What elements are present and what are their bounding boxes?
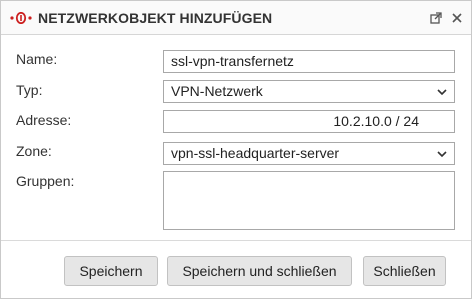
adresse-label: Adresse: <box>16 112 72 128</box>
zone-label: Zone: <box>16 143 52 159</box>
gruppen-input[interactable] <box>163 171 455 230</box>
name-input-value: ssl-vpn-transfernetz <box>171 53 294 69</box>
add-network-object-dialog: NETZWERKOBJEKT HINZUFÜGEN Name: ssl-vpn-… <box>0 0 472 299</box>
name-input[interactable]: ssl-vpn-transfernetz <box>163 50 455 73</box>
close-icon[interactable] <box>451 12 463 24</box>
zone-select-value: vpn-ssl-headquarter-server <box>171 145 340 161</box>
typ-select-value: VPN-Netzwerk <box>171 83 263 99</box>
dialog-title: NETZWERKOBJEKT HINZUFÜGEN <box>38 10 273 26</box>
footer-divider <box>1 240 471 241</box>
name-label: Name: <box>16 51 58 67</box>
popout-icon[interactable] <box>430 12 442 24</box>
close-button[interactable]: Schließen <box>363 256 446 286</box>
network-object-form: Name: ssl-vpn-transfernetz Typ: VPN-Netz… <box>1 35 471 240</box>
save-and-close-button[interactable]: Speichern und schließen <box>167 256 352 286</box>
adresse-input-value: 10.2.10.0 / 24 <box>333 113 419 129</box>
logo-icon <box>10 12 32 24</box>
chevron-down-icon <box>437 151 447 158</box>
dialog-titlebar: NETZWERKOBJEKT HINZUFÜGEN <box>1 1 471 35</box>
gruppen-label: Gruppen: <box>16 173 75 189</box>
adresse-input[interactable]: 10.2.10.0 / 24 <box>163 110 455 133</box>
typ-label: Typ: <box>16 82 43 98</box>
typ-select[interactable]: VPN-Netzwerk <box>163 80 455 103</box>
save-button[interactable]: Speichern <box>64 256 158 286</box>
chevron-down-icon <box>437 89 447 96</box>
zone-select[interactable]: vpn-ssl-headquarter-server <box>163 142 455 165</box>
